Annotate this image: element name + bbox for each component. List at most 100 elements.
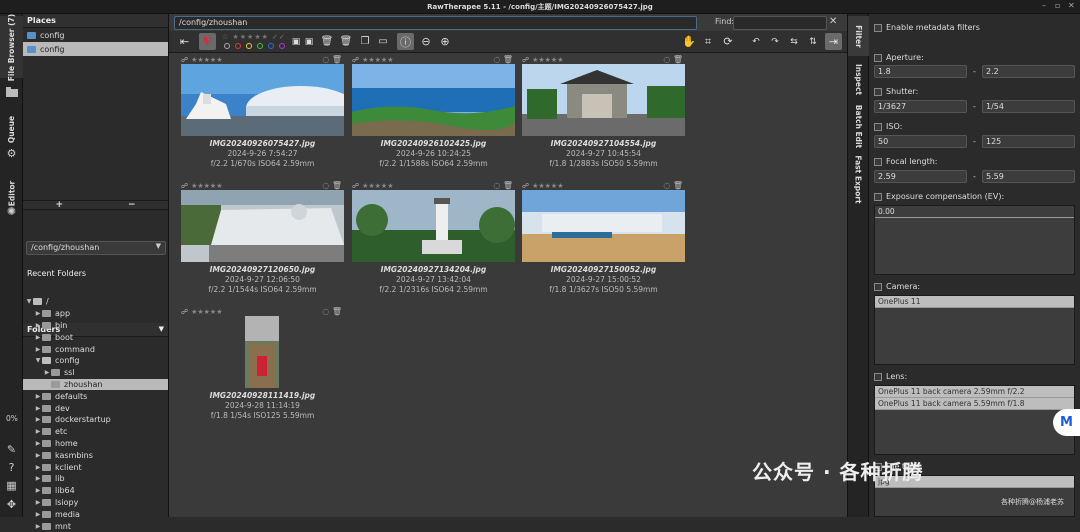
chevron-right-icon[interactable]: ▶ — [34, 346, 42, 353]
iso-to-field[interactable]: 125 — [982, 135, 1075, 148]
trash-icon[interactable]: ◌ 🗑 — [322, 55, 342, 64]
chevron-right-icon[interactable]: ▶ — [34, 428, 42, 435]
chevron-right-icon[interactable]: ▶ — [34, 310, 42, 317]
collapse-right-icon[interactable]: ⇥ — [825, 33, 842, 50]
find-input[interactable] — [733, 16, 827, 30]
folder-row[interactable]: ▶ mnt — [23, 520, 168, 532]
edit-badge-icon[interactable]: ☍ — [352, 56, 359, 64]
trash-icon[interactable]: ◌ 🗑 — [663, 181, 683, 190]
chevron-right-icon[interactable]: ▶ — [34, 487, 42, 494]
recent-folders-select[interactable]: /config/zhoushan ▼ — [26, 241, 166, 255]
place-item[interactable]: config — [23, 28, 168, 42]
shutter-to-field[interactable]: 1/54 — [982, 100, 1075, 113]
thumbnail-image[interactable] — [522, 190, 685, 262]
not-trash-filter-icon[interactable]: 🗑 — [339, 33, 353, 50]
thumbnail-item[interactable]: ☍ ★★★★★ ◌ 🗑 IMG20240927134204.jpg 2024-9-27 … — [352, 181, 515, 294]
lens-checkbox[interactable]: Lens: — [874, 372, 907, 381]
chevron-down-icon[interactable]: ▼ — [25, 298, 33, 305]
star-filter[interactable]: ☆ ★★★★★ ✓✓ — [222, 33, 286, 41]
thumbnail-item[interactable]: ☍ ★★★★★ ◌ 🗑 IMG20240927150052.jpg 2024-9-27 … — [522, 181, 685, 294]
straighten-icon[interactable]: ⟳ — [720, 33, 736, 50]
flip-horizontal-icon[interactable]: ⇆ — [786, 33, 802, 50]
thumbnail-item[interactable]: ☍ ★★★★★ ◌ 🗑 IMG20240928111419.jpg 2024-9-28 … — [181, 307, 344, 420]
tab-file-browser[interactable]: File Browser (7) — [0, 13, 23, 81]
focal-length-checkbox[interactable]: Focal length: — [874, 157, 937, 166]
help-icon[interactable]: ? — [5, 461, 18, 474]
folder-row[interactable]: ▶ ssl — [23, 367, 168, 379]
iso-from-field[interactable]: 50 — [874, 135, 967, 148]
focal-to-field[interactable]: 5.59 — [982, 170, 1075, 183]
aperture-checkbox[interactable]: Aperture: — [874, 53, 924, 62]
folder-row[interactable]: ▶ home — [23, 438, 168, 450]
edit-badge-icon[interactable]: ☍ — [522, 56, 529, 64]
chevron-right-icon[interactable]: ▶ — [34, 416, 42, 423]
folder-row[interactable]: ▶ kclient — [23, 461, 168, 473]
chevron-right-icon[interactable]: ▶ — [34, 393, 42, 400]
chevron-right-icon[interactable]: ▶ — [34, 499, 42, 506]
gears-icon[interactable]: ⚙ — [5, 147, 18, 160]
chevron-right-icon[interactable]: ▶ — [34, 334, 42, 341]
list-item[interactable]: 0.00 — [875, 206, 1074, 218]
rotate-right-icon[interactable]: ↷ — [767, 33, 783, 50]
tab-fast-export[interactable]: Fast Export — [848, 154, 869, 204]
aperture-to-field[interactable]: 2.2 — [982, 65, 1075, 78]
focal-from-field[interactable]: 2.59 — [874, 170, 967, 183]
color-label-blue-icon[interactable] — [268, 43, 274, 49]
add-place-button[interactable]: + — [23, 201, 96, 210]
folder-row[interactable]: ▶ kasmbins — [23, 449, 168, 461]
aperture-icon[interactable]: ✺ — [5, 205, 18, 218]
color-label-red-icon[interactable] — [235, 43, 241, 49]
shutter-from-field[interactable]: 1/3627 — [874, 100, 967, 113]
enable-metadata-checkbox[interactable]: Enable metadata filters — [874, 23, 980, 32]
edited-filter-icon[interactable]: ▣ — [290, 33, 302, 50]
rating-stars[interactable]: ★★★★★ — [191, 182, 222, 190]
tab-batch-edit[interactable]: Batch Edit — [848, 102, 869, 150]
trash-icon[interactable]: ◌ 🗑 — [493, 55, 513, 64]
flip-vertical-icon[interactable]: ⇅ — [805, 33, 821, 50]
path-input[interactable]: /config/zhoushan — [174, 16, 697, 30]
list-item[interactable]: OnePlus 11 back camera 2.59mm f/2.2 — [875, 386, 1074, 398]
trash-icon[interactable]: ◌ 🗑 — [322, 307, 342, 316]
folder-row[interactable]: ▶ dev — [23, 402, 168, 414]
rating-stars[interactable]: ★★★★★ — [191, 56, 222, 64]
thumbnail-image[interactable] — [352, 64, 515, 136]
tab-queue[interactable]: Queue — [0, 109, 23, 149]
rating-stars[interactable]: ★★★★★ — [191, 308, 222, 316]
saved-filter-icon[interactable]: ▣ — [303, 33, 315, 50]
chevron-down-icon[interactable]: ▼ — [34, 357, 42, 364]
chevron-right-icon[interactable]: ▶ — [34, 440, 42, 447]
hand-tool-icon[interactable]: ✋ — [681, 33, 697, 50]
thumbnail-item[interactable]: ☍ ★★★★★ ◌ 🗑 IMG20240927104554.jpg 2024-9-27 … — [522, 55, 685, 168]
thumbnail-item[interactable]: ☍ ★★★★★ ◌ 🗑 IMG20240926102425.jpg 2024-9-26 … — [352, 55, 515, 168]
folder-row[interactable]: ▶ app — [23, 308, 168, 320]
collapse-left-icon[interactable]: ⇤ — [176, 33, 193, 50]
zoom-out-icon[interactable]: ⊖ — [418, 33, 434, 50]
hardware-icon[interactable]: ▦ — [5, 479, 18, 492]
thumbnail-image[interactable] — [522, 64, 685, 136]
edit-badge-icon[interactable]: ☍ — [181, 56, 188, 64]
trash-filter-icon[interactable]: 🗑 — [320, 33, 334, 50]
folder-row[interactable]: ▶ bin — [23, 320, 168, 332]
rating-stars[interactable]: ★★★★★ — [362, 56, 393, 64]
edit-badge-icon[interactable]: ☍ — [181, 182, 188, 190]
folder-row[interactable]: ▼ / — [23, 296, 168, 308]
list-item[interactable]: OnePlus 11 — [875, 296, 1074, 308]
folder-row[interactable]: ▶ lib64 — [23, 485, 168, 497]
color-label-purple-icon[interactable] — [279, 43, 285, 49]
chevron-right-icon[interactable]: ▶ — [34, 405, 42, 412]
place-item[interactable]: config — [23, 42, 168, 56]
folder-row[interactable]: ▶ lib — [23, 473, 168, 485]
minimize-button[interactable]: – — [1042, 1, 1046, 10]
folder-row[interactable]: ▶ media — [23, 508, 168, 520]
folder-row[interactable]: ▶ defaults — [23, 390, 168, 402]
folder-row[interactable]: ▶ etc — [23, 426, 168, 438]
aperture-from-field[interactable]: 1.8 — [874, 65, 967, 78]
zoom-in-icon[interactable]: ⊕ — [437, 33, 453, 50]
tab-inspect[interactable]: Inspect — [848, 59, 869, 99]
crop-tool-icon[interactable]: ⌗ — [700, 33, 716, 50]
trash-icon[interactable]: ◌ 🗑 — [663, 55, 683, 64]
thumbnail-image[interactable] — [181, 190, 344, 262]
folder-row[interactable]: ▶ command — [23, 343, 168, 355]
floating-badge-icon[interactable]: M — [1053, 409, 1080, 436]
folder-row[interactable]: zhoushan — [23, 378, 168, 391]
